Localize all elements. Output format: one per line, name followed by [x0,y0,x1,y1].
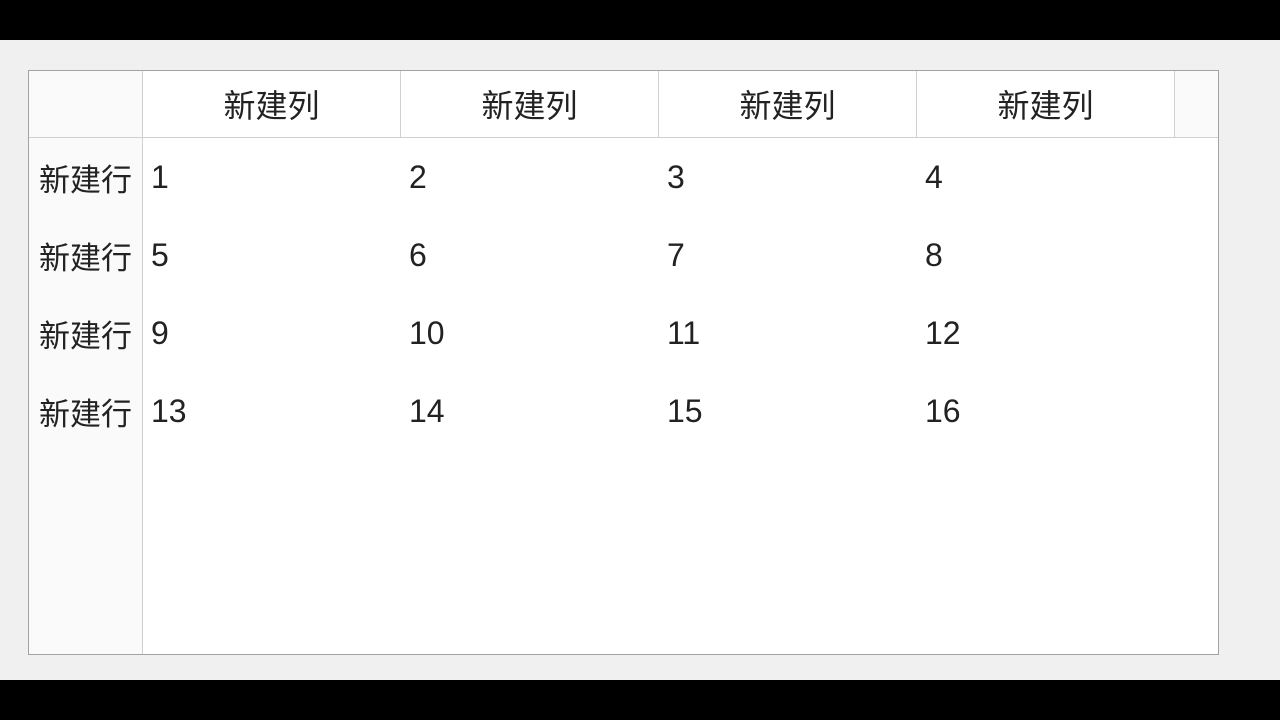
table-row: 13 14 15 16 [143,372,1218,450]
cell-r1-c1[interactable]: 1 [143,138,401,216]
row-headers-column: 新建行 新建行 新建行 新建行 [29,138,143,654]
column-header-1[interactable]: 新建列 [143,71,401,137]
row-header-3[interactable]: 新建行 [29,294,142,372]
row-header-2[interactable]: 新建行 [29,216,142,294]
table-body: 1 2 3 4 5 6 7 8 9 10 11 12 [143,138,1218,654]
column-header-2[interactable]: 新建列 [401,71,659,137]
row-header-1[interactable]: 新建行 [29,138,142,216]
cell-r1-c4[interactable]: 4 [917,138,1175,216]
cell-r3-c2[interactable]: 10 [401,294,659,372]
table-corner-cell[interactable] [29,71,143,137]
column-header-4[interactable]: 新建列 [917,71,1175,137]
row-header-4[interactable]: 新建行 [29,372,142,450]
column-header-spacer [1175,71,1218,137]
letterbox-bottom [0,680,1280,720]
cell-r4-c3[interactable]: 15 [659,372,917,450]
data-table[interactable]: 新建列 新建列 新建列 新建列 新建行 新建行 新建行 新建行 1 2 3 4 [28,70,1219,655]
cell-r3-c4[interactable]: 12 [917,294,1175,372]
cell-r4-c2[interactable]: 14 [401,372,659,450]
cell-r4-c4[interactable]: 16 [917,372,1175,450]
column-header-3[interactable]: 新建列 [659,71,917,137]
table-row: 9 10 11 12 [143,294,1218,372]
table-row: 5 6 7 8 [143,216,1218,294]
cell-r3-c3[interactable]: 11 [659,294,917,372]
cell-r2-c2[interactable]: 6 [401,216,659,294]
cell-r2-c1[interactable]: 5 [143,216,401,294]
column-header-row: 新建列 新建列 新建列 新建列 [29,71,1218,138]
letterbox-top [0,0,1280,40]
cell-r2-c4[interactable]: 8 [917,216,1175,294]
cell-r3-c1[interactable]: 9 [143,294,401,372]
table-row: 1 2 3 4 [143,138,1218,216]
cell-r1-c3[interactable]: 3 [659,138,917,216]
cell-r4-c1[interactable]: 13 [143,372,401,450]
canvas-area: 新建列 新建列 新建列 新建列 新建行 新建行 新建行 新建行 1 2 3 4 [0,40,1280,680]
cell-r1-c2[interactable]: 2 [401,138,659,216]
cell-r2-c3[interactable]: 7 [659,216,917,294]
